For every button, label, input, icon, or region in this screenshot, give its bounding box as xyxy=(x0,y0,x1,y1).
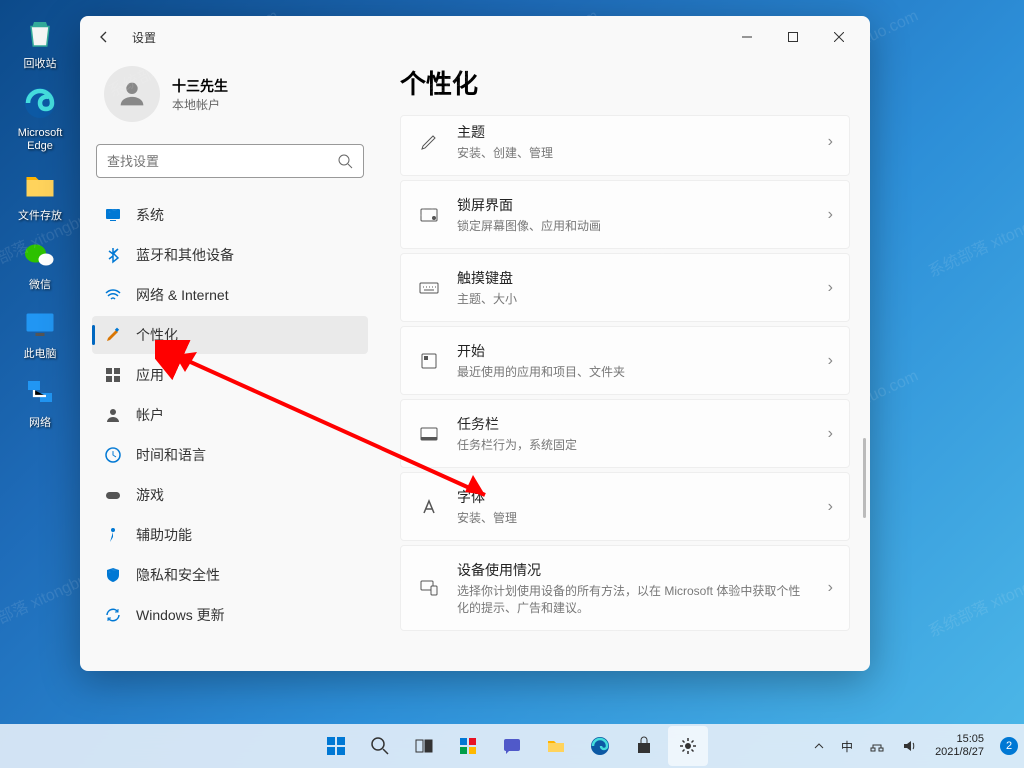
desktop-icon-this-pc[interactable]: 此电脑 xyxy=(0,298,80,367)
nav-gaming[interactable]: 游戏 xyxy=(92,476,368,514)
tray-clock[interactable]: 15:05 2021/8/27 xyxy=(927,726,992,766)
avatar xyxy=(104,66,160,122)
chevron-right-icon: › xyxy=(828,279,833,297)
card-themes[interactable]: 主题安装、创建、管理 › xyxy=(400,115,850,176)
nav-system[interactable]: 系统 xyxy=(92,196,368,234)
edge-taskbar-button[interactable] xyxy=(580,726,620,766)
tray-ime[interactable]: 中 xyxy=(835,726,859,766)
desktop-icon-folder[interactable]: 文件存放 xyxy=(0,160,80,229)
tray-network-icon[interactable] xyxy=(863,726,891,766)
recycle-bin-icon xyxy=(20,14,60,54)
chevron-right-icon: › xyxy=(828,579,833,597)
nav-windows-update[interactable]: Windows 更新 xyxy=(92,596,368,634)
nav-network[interactable]: 网络 & Internet xyxy=(92,276,368,314)
update-icon xyxy=(104,606,122,624)
nav-accounts[interactable]: 帐户 xyxy=(92,396,368,434)
maximize-button[interactable] xyxy=(770,21,816,53)
gaming-icon xyxy=(104,486,122,504)
desktop-icon-network[interactable]: 网络 xyxy=(0,367,80,436)
user-block[interactable]: 十三先生 本地帐户 xyxy=(92,58,368,138)
fonts-icon xyxy=(417,495,441,519)
account-icon xyxy=(104,406,122,424)
apps-icon xyxy=(104,366,122,384)
search-button[interactable] xyxy=(360,726,400,766)
close-button[interactable] xyxy=(816,21,862,53)
clock-icon xyxy=(104,446,122,464)
computer-icon xyxy=(20,304,60,344)
page-title: 个性化 xyxy=(400,64,850,101)
chevron-right-icon: › xyxy=(828,352,833,370)
device-usage-icon xyxy=(417,576,441,600)
search-input[interactable] xyxy=(107,154,337,169)
nav-privacy[interactable]: 隐私和安全性 xyxy=(92,556,368,594)
wechat-icon xyxy=(20,235,60,275)
chevron-right-icon: › xyxy=(828,425,833,443)
notification-badge[interactable]: 2 xyxy=(1000,737,1018,755)
card-taskbar[interactable]: 任务栏任务栏行为，系统固定 › xyxy=(400,399,850,468)
wifi-icon xyxy=(104,286,122,304)
sidebar: 十三先生 本地帐户 系统 蓝牙和其他设备 网络 & Internet 个性化 应… xyxy=(80,58,380,671)
chevron-right-icon: › xyxy=(828,498,833,516)
explorer-button[interactable] xyxy=(536,726,576,766)
card-fonts[interactable]: 字体安装、管理 › xyxy=(400,472,850,541)
store-button[interactable] xyxy=(624,726,664,766)
start-button[interactable] xyxy=(316,726,356,766)
widgets-button[interactable] xyxy=(448,726,488,766)
nav-list: 系统 蓝牙和其他设备 网络 & Internet 个性化 应用 帐户 时间和语言… xyxy=(92,196,368,634)
taskbar: 中 15:05 2021/8/27 2 xyxy=(0,724,1024,768)
window-title: 设置 xyxy=(132,29,156,46)
tray-volume-icon[interactable] xyxy=(895,726,923,766)
back-button[interactable] xyxy=(88,21,120,53)
task-view-button[interactable] xyxy=(404,726,444,766)
system-icon xyxy=(104,206,122,224)
accessibility-icon xyxy=(104,526,122,544)
desktop-icon-wechat[interactable]: 微信 xyxy=(0,229,80,298)
content: 个性化 主题安装、创建、管理 › 锁屏界面锁定屏幕图像、应用和动画 › 触摸键盘… xyxy=(380,58,870,671)
edge-icon xyxy=(20,83,60,123)
chevron-right-icon: › xyxy=(828,206,833,224)
lockscreen-icon xyxy=(417,203,441,227)
shield-icon xyxy=(104,566,122,584)
keyboard-icon xyxy=(417,276,441,300)
search-box[interactable] xyxy=(96,144,364,178)
taskbar-icon xyxy=(417,422,441,446)
card-start[interactable]: 开始最近使用的应用和项目、文件夹 › xyxy=(400,326,850,395)
start-icon xyxy=(417,349,441,373)
chat-button[interactable] xyxy=(492,726,532,766)
folder-icon xyxy=(20,166,60,206)
settings-window: 设置 十三先生 本地帐户 系统 蓝牙和其他设备 网络 & Internet xyxy=(80,16,870,671)
titlebar: 设置 xyxy=(80,16,870,58)
network-icon xyxy=(20,373,60,413)
user-name: 十三先生 xyxy=(172,76,228,96)
user-sub: 本地帐户 xyxy=(172,96,228,113)
nav-time-language[interactable]: 时间和语言 xyxy=(92,436,368,474)
themes-icon xyxy=(417,130,441,154)
desktop-icon-recycle-bin[interactable]: 回收站 xyxy=(0,8,80,77)
settings-taskbar-button[interactable] xyxy=(668,726,708,766)
scrollbar[interactable] xyxy=(863,438,866,518)
card-lockscreen[interactable]: 锁屏界面锁定屏幕图像、应用和动画 › xyxy=(400,180,850,249)
desktop: 回收站 Microsoft Edge 文件存放 微信 此电脑 网络 xyxy=(0,0,80,436)
nav-apps[interactable]: 应用 xyxy=(92,356,368,394)
card-device-usage[interactable]: 设备使用情况选择你计划使用设备的所有方法，以在 Microsoft 体验中获取个… xyxy=(400,545,850,631)
nav-personalization[interactable]: 个性化 xyxy=(92,316,368,354)
card-touch-keyboard[interactable]: 触摸键盘主题、大小 › xyxy=(400,253,850,322)
search-icon xyxy=(337,153,353,169)
tray-chevron[interactable] xyxy=(807,726,831,766)
brush-icon xyxy=(104,326,122,344)
bluetooth-icon xyxy=(104,246,122,264)
minimize-button[interactable] xyxy=(724,21,770,53)
desktop-icon-edge[interactable]: Microsoft Edge xyxy=(0,77,80,159)
nav-accessibility[interactable]: 辅助功能 xyxy=(92,516,368,554)
nav-bluetooth[interactable]: 蓝牙和其他设备 xyxy=(92,236,368,274)
chevron-right-icon: › xyxy=(828,133,833,151)
